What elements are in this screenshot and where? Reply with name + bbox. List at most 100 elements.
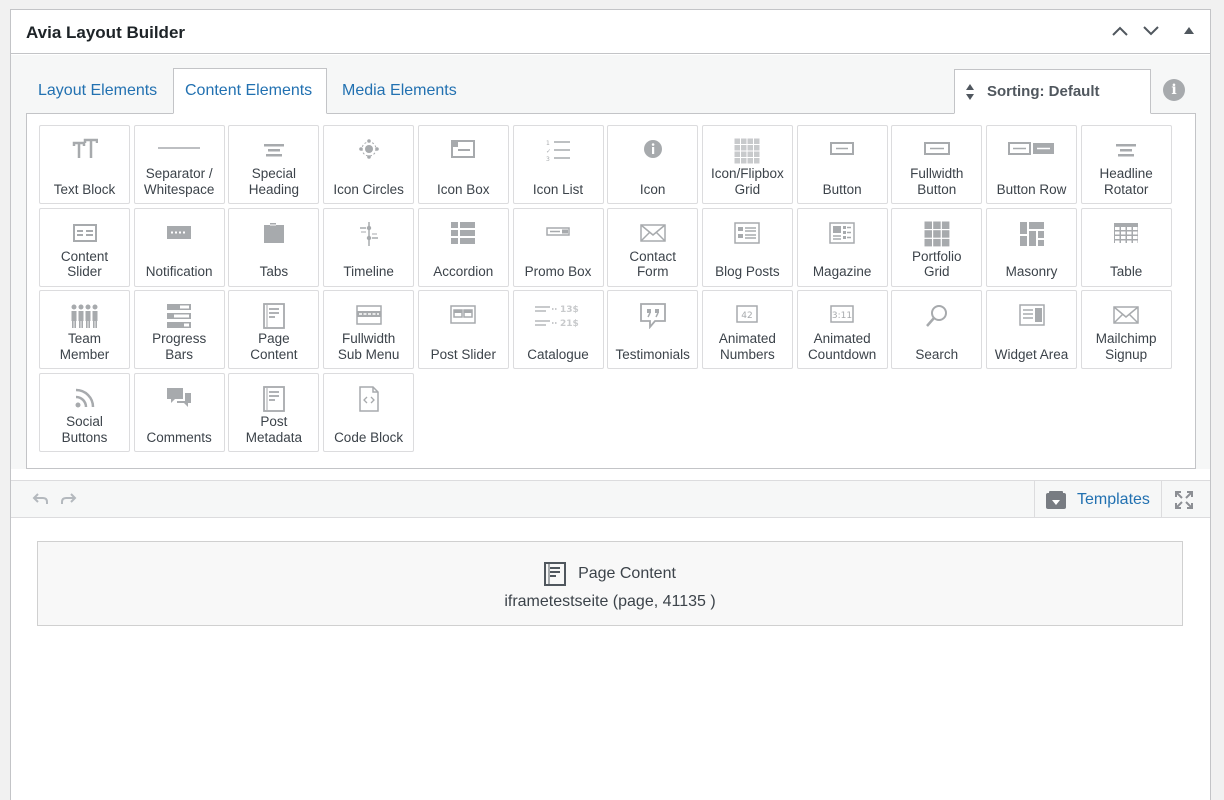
tab-media-elements[interactable]: Media Elements: [331, 68, 468, 114]
element-icon-flipbox-grid[interactable]: Icon/Flipbox Grid: [701, 125, 793, 204]
move-up-button[interactable]: [1109, 20, 1131, 42]
element-magazine[interactable]: Magazine: [796, 207, 888, 287]
envelope-icon: [608, 221, 697, 247]
portfolio-grid-icon: [892, 221, 981, 247]
element-label: Icon Box: [437, 181, 490, 197]
fullscreen-icon[interactable]: [1174, 490, 1194, 510]
element-label: Team Member: [59, 331, 110, 362]
element-icon-list[interactable]: 1 ✓ 3 Icon List: [512, 125, 604, 204]
element-icon[interactable]: Icon: [607, 125, 699, 204]
element-label: Separator / Whitespace: [143, 166, 215, 197]
element-widget-area[interactable]: Widget Area: [986, 290, 1077, 370]
element-post-metadata[interactable]: Post Metadata: [228, 373, 320, 453]
element-contact-form[interactable]: Contact Form: [607, 207, 699, 287]
separator-icon: [135, 138, 224, 164]
page-content-block[interactable]: Page Content iframetestseite (page, 4113…: [37, 541, 1183, 626]
element-headline-rotator[interactable]: Headline Rotator: [1080, 125, 1172, 204]
tab-content-elements[interactable]: Content Elements: [173, 68, 327, 114]
tab-layout-elements[interactable]: Layout Elements: [27, 68, 168, 114]
element-portfolio-grid[interactable]: Portfolio Grid: [891, 207, 983, 287]
element-search[interactable]: Search: [891, 290, 983, 370]
redo-icon[interactable]: [59, 490, 77, 508]
element-fullwidth-sub-menu[interactable]: Fullwidth Sub Menu: [323, 290, 415, 370]
element-social-buttons[interactable]: Social Buttons: [39, 373, 130, 453]
info-icon[interactable]: i: [1163, 79, 1185, 101]
element-comments[interactable]: Comments: [133, 373, 225, 453]
element-notification[interactable]: Notification: [133, 207, 225, 287]
tab-label: Content Elements: [185, 82, 313, 99]
promo-box-icon: [514, 221, 603, 247]
element-blog-posts[interactable]: Blog Posts: [701, 207, 793, 287]
element-masonry[interactable]: Masonry: [986, 207, 1077, 287]
element-label: Comments: [146, 429, 212, 445]
element-text-block[interactable]: Text Block: [39, 125, 130, 204]
element-mailchimp-signup[interactable]: Mailchimp Signup: [1080, 290, 1172, 370]
envelope-icon: [1082, 303, 1171, 329]
move-down-button[interactable]: [1140, 20, 1162, 42]
element-button[interactable]: Button: [796, 125, 888, 204]
sorting-select[interactable]: Sorting: Default: [954, 69, 1151, 114]
element-accordion[interactable]: Accordion: [417, 207, 509, 287]
element-button-row[interactable]: Button Row: [986, 125, 1077, 204]
magazine-icon: [798, 221, 887, 247]
element-animated-numbers[interactable]: 42 Animated Numbers: [701, 290, 793, 370]
text-block-icon: [40, 138, 129, 164]
collapse-panel-button[interactable]: [1178, 20, 1200, 42]
element-content-slider[interactable]: Content Slider: [39, 207, 130, 287]
element-label: Catalogue: [527, 346, 589, 362]
page-content-icon: [229, 303, 318, 330]
element-catalogue[interactable]: 13$ 21$ Catalogue: [512, 290, 604, 370]
animated-countdown-icon: 3:11: [798, 303, 887, 329]
team-member-icon: [40, 303, 129, 329]
progress-bars-icon: [135, 303, 224, 329]
svg-text:3: 3: [546, 156, 550, 162]
element-label: Button Row: [996, 181, 1067, 197]
element-label: Magazine: [812, 264, 872, 280]
code-block-icon: [324, 386, 413, 412]
templates-button[interactable]: Templates: [1034, 481, 1162, 518]
tab-label: Layout Elements: [38, 82, 158, 99]
element-testimonials[interactable]: Testimonials: [607, 290, 699, 370]
fullwidth-button-icon: [892, 138, 981, 164]
triangle-up-icon: [1184, 27, 1194, 34]
element-label: Fullwidth Sub Menu: [337, 331, 400, 362]
element-label: Content Slider: [60, 248, 109, 280]
element-label: Fullwidth Button: [910, 166, 964, 197]
builder-toolbar: Templates: [11, 480, 1210, 518]
element-label: Accordion: [433, 264, 494, 280]
element-label: Headline Rotator: [1099, 166, 1153, 197]
element-code-block[interactable]: Code Block: [323, 373, 415, 453]
table-icon: [1082, 221, 1171, 247]
element-promo-box[interactable]: Promo Box: [512, 207, 604, 287]
element-label: Page Content: [250, 331, 298, 362]
element-animated-countdown[interactable]: 3:11 Animated Countdown: [796, 290, 888, 370]
timeline-icon: [324, 221, 413, 247]
element-label: Promo Box: [524, 264, 592, 280]
undo-icon[interactable]: [32, 490, 50, 508]
masonry-icon: [987, 221, 1076, 247]
element-label: Social Buttons: [61, 414, 108, 445]
element-label: Portfolio Grid: [912, 248, 962, 280]
element-icon-circles[interactable]: Icon Circles: [323, 125, 415, 204]
element-label: Icon/Flipbox Grid: [710, 166, 784, 197]
element-progress-bars[interactable]: Progress Bars: [133, 290, 225, 370]
sub-menu-icon: [324, 303, 413, 329]
blog-posts-icon: [703, 221, 792, 247]
panel-title: Avia Layout Builder: [26, 23, 186, 42]
element-table[interactable]: Table: [1080, 207, 1172, 287]
element-timeline[interactable]: Timeline: [323, 207, 415, 287]
element-label: Animated Numbers: [718, 331, 776, 362]
element-page-content[interactable]: Page Content: [228, 290, 320, 370]
element-tabs[interactable]: Tabs: [228, 207, 320, 287]
element-separator-whitespace[interactable]: Separator / Whitespace: [133, 125, 225, 204]
element-label: Testimonials: [615, 346, 690, 362]
tab-label: Media Elements: [342, 82, 457, 99]
element-label: Mailchimp Signup: [1095, 331, 1157, 362]
element-post-slider[interactable]: Post Slider: [417, 290, 509, 370]
element-icon-box[interactable]: Icon Box: [417, 125, 509, 204]
element-label: Search: [915, 346, 959, 362]
layout-builder-panel: Avia Layout Builder Layout Elements Cont…: [10, 9, 1211, 800]
element-special-heading[interactable]: Special Heading: [228, 125, 320, 204]
element-team-member[interactable]: Team Member: [39, 290, 130, 370]
element-fullwidth-button[interactable]: Fullwidth Button: [891, 125, 983, 204]
